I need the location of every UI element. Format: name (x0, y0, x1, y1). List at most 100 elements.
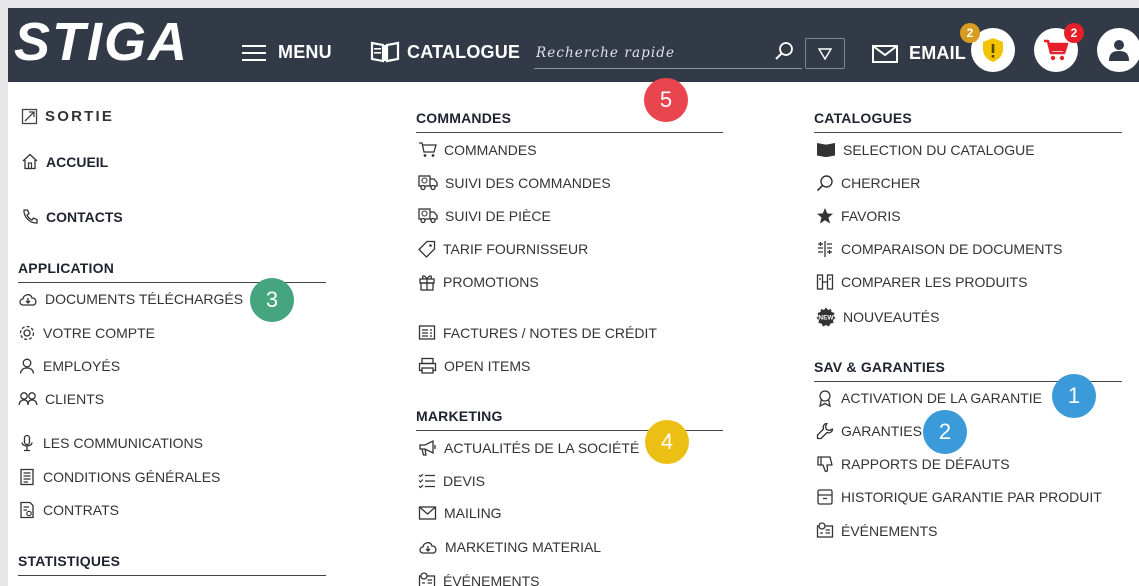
book-icon (817, 143, 835, 157)
cart-icon (419, 142, 437, 157)
home-link[interactable]: ACCUEIL (21, 153, 108, 170)
stiga-logo[interactable]: STIGA (12, 14, 222, 68)
statistics-divider (18, 575, 326, 576)
sav-warranty-heading: SAV & GARANTIES (814, 359, 946, 375)
gift-icon (419, 275, 435, 291)
event-badge-icon (816, 522, 834, 538)
compare-products-icon (816, 274, 834, 290)
menu-item-label: DEVIS (443, 472, 486, 489)
search-input[interactable] (534, 44, 768, 62)
catalogue-label: CATALOGUE (407, 41, 521, 62)
menu-item-label: VOTRE COMPTE (43, 325, 156, 341)
warranty-events-link[interactable]: ÉVÉNEMENTS (816, 522, 937, 539)
search-icon[interactable] (774, 40, 796, 62)
warranties-link[interactable]: GARANTIES (816, 422, 922, 440)
warranty-history-link[interactable]: HISTORIQUE GARANTIE PAR PRODUIT (816, 488, 1102, 506)
event-badge-icon (418, 572, 436, 586)
document-icon (20, 468, 34, 486)
star-icon (817, 208, 833, 224)
downloaded-documents-link[interactable]: DOCUMENTS TÉLÉCHARGÉS (18, 291, 243, 307)
catalogue-selection-link[interactable]: SELECTION DU CATALOGUE (816, 141, 1035, 158)
warranty-activation-link[interactable]: ACTIVATION DE LA GARANTIE (816, 389, 1042, 407)
menu-item-label: COMMANDES (444, 141, 537, 158)
menu-item-label: ÉVÉNEMENTS (443, 572, 540, 586)
annotation-marker-3: 3 (250, 278, 294, 322)
company-news-link[interactable]: ACTUALITÉS DE LA SOCIÉTÉ (418, 439, 639, 457)
email-button[interactable]: EMAIL (872, 43, 966, 64)
cloud-download-icon (19, 294, 37, 306)
person-icon (19, 358, 35, 374)
marketing-heading: MARKETING (416, 408, 503, 424)
menu-button[interactable]: MENU (242, 42, 332, 63)
order-tracking-link[interactable]: SUIVI DES COMMANDES (418, 174, 611, 191)
menu-item-label: LES COMMUNICATIONS (43, 435, 203, 451)
open-items-link[interactable]: OPEN ITEMS (418, 357, 530, 374)
supplier-pricing-link[interactable]: TARIF FOURNISSEUR (418, 240, 588, 258)
menu-item-label: SELECTION DU CATALOGUE (843, 141, 1035, 158)
menu-item-label: HISTORIQUE GARANTIE PAR PRODUIT (841, 489, 1102, 505)
mailing-link[interactable]: MAILING (418, 505, 502, 521)
delivery-truck-icon (418, 208, 438, 224)
menu-item-label: COMPARAISON DE DOCUMENTS (841, 241, 1063, 257)
menu-item-label: EMPLOYÉS (43, 358, 121, 374)
part-tracking-link[interactable]: SUIVI DE PIÈCE (418, 207, 551, 224)
contacts-link[interactable]: CONTACTS (21, 208, 123, 226)
envelope-icon (418, 506, 437, 520)
microphone-icon (21, 434, 33, 452)
menu-item-label: DOCUMENTS TÉLÉCHARGÉS (45, 291, 244, 307)
contacts-label: CONTACTS (46, 209, 123, 225)
document-comparison-link[interactable]: COMPARAISON DE DOCUMENTS (816, 240, 1062, 258)
clients-link[interactable]: CLIENTS (18, 390, 104, 408)
quick-search (534, 38, 802, 69)
exit-label: SORTIE (45, 108, 115, 125)
favorites-link[interactable]: FAVORIS (816, 207, 901, 225)
menu-item-label: ACTIVATION DE LA GARANTIE (841, 390, 1042, 406)
shield-alert-icon (983, 38, 1003, 62)
annotation-marker-5: 5 (644, 78, 688, 122)
exit-icon (21, 108, 38, 125)
menu-item-label: GARANTIES (841, 423, 922, 439)
book-icon (370, 41, 400, 63)
search-icon (816, 175, 833, 192)
employees-link[interactable]: EMPLOYÉS (18, 357, 120, 375)
invoice-icon (418, 325, 436, 340)
filter-button[interactable] (805, 38, 845, 69)
menu-item-label: FACTURES / NOTES DE CRÉDIT (443, 324, 657, 341)
menu-item-label: NOUVEAUTÉS (843, 309, 940, 325)
invoices-credit-notes-link[interactable]: FACTURES / NOTES DE CRÉDIT (418, 324, 657, 341)
gear-icon (19, 325, 35, 341)
communications-link[interactable]: LES COMMUNICATIONS (18, 434, 203, 452)
hamburger-icon (242, 44, 266, 61)
menu-label: MENU (278, 42, 332, 62)
catalogue-button[interactable]: CATALOGUE (370, 41, 520, 63)
menu-item-label: MAILING (444, 505, 502, 521)
menu-item-label: FAVORIS (841, 208, 901, 224)
award-ribbon-icon (819, 390, 831, 407)
orders-link[interactable]: COMMANDES (418, 141, 537, 158)
annotation-marker-2: 2 (923, 410, 967, 454)
terms-link[interactable]: CONDITIONS GÉNÉRALES (18, 468, 220, 486)
quotes-link[interactable]: DEVIS (418, 472, 485, 489)
alerts-badge: 2 (960, 23, 980, 43)
defect-reports-link[interactable]: RAPPORTS DE DÉFAUTS (816, 455, 1010, 473)
home-icon (22, 153, 38, 170)
menu-item-label: SUIVI DE PIÈCE (445, 207, 551, 224)
application-heading: APPLICATION (18, 260, 115, 276)
account-button[interactable] (1097, 28, 1139, 72)
new-products-link[interactable]: NEW NOUVEAUTÉS (816, 307, 939, 327)
menu-item-label: COMPARER LES PRODUITS (841, 274, 1028, 290)
product-comparison-link[interactable]: COMPARER LES PRODUITS (816, 273, 1027, 291)
menu-item-label: SUIVI DES COMMANDES (445, 174, 611, 191)
thumbs-down-icon (817, 456, 833, 473)
marketing-events-link[interactable]: ÉVÉNEMENTS (418, 572, 539, 586)
contracts-link[interactable]: CONTRATS (18, 501, 119, 519)
exit-link[interactable]: SORTIE (21, 108, 114, 125)
menu-item-label: CHERCHER (841, 175, 921, 191)
wrench-icon (816, 422, 834, 440)
promotions-link[interactable]: PROMOTIONS (418, 273, 539, 291)
your-account-link[interactable]: VOTRE COMPTE (18, 324, 155, 342)
marketing-material-link[interactable]: MARKETING MATERIAL (418, 539, 601, 555)
shopping-cart-icon (1044, 39, 1069, 61)
printer-icon (418, 357, 437, 374)
catalogue-search-link[interactable]: CHERCHER (816, 174, 920, 192)
